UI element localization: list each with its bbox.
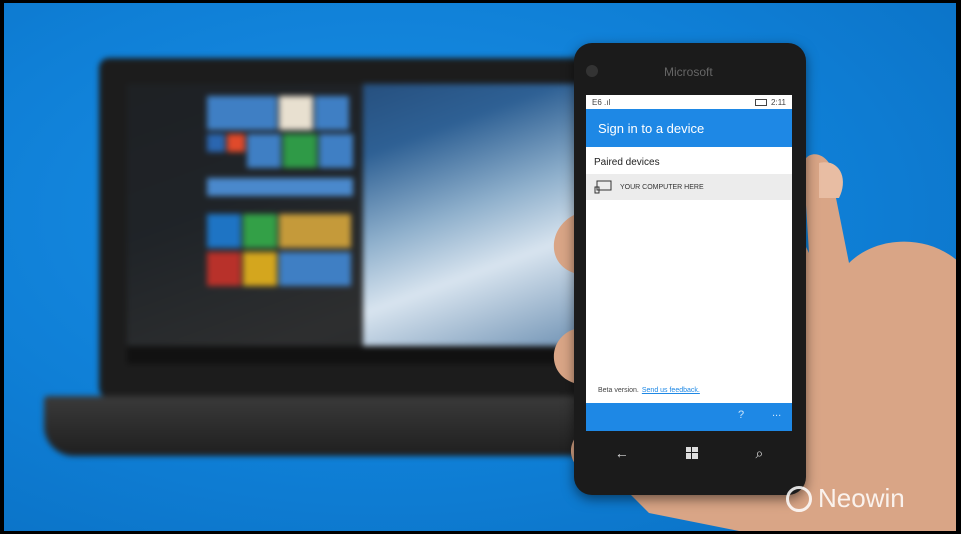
start-menu [127, 84, 363, 346]
computer-cast-icon [594, 180, 612, 194]
feedback-link[interactable]: Send us feedback. [642, 387, 700, 394]
battery-icon [755, 98, 768, 106]
help-button[interactable]: ? [738, 409, 744, 421]
phone-nav-bar: ← ⌕ [586, 431, 792, 475]
neowin-watermark: Neowin [786, 483, 905, 514]
scene-background: Microsoft E6 .ıl 2:11 Sign in to a devic… [4, 3, 956, 531]
beta-text: Beta version. [598, 387, 639, 394]
page-title: Sign in to a device [598, 120, 705, 136]
list-item-device[interactable]: YOUR COMPUTER HERE [586, 174, 792, 200]
windows-start-icon[interactable] [686, 447, 699, 459]
search-button[interactable]: ⌕ [755, 445, 763, 462]
section-title: Paired devices [594, 157, 660, 168]
device-label: YOUR COMPUTER HERE [620, 183, 704, 191]
more-button[interactable]: ... [772, 407, 781, 419]
status-time: 2:11 [771, 97, 786, 107]
neowin-logo-icon [786, 485, 812, 512]
signal-indicator: E6 .ıl [592, 97, 611, 107]
phone-screen: E6 .ıl 2:11 Sign in to a device Paired d… [586, 95, 792, 431]
status-bar: E6 .ıl 2:11 [586, 95, 792, 109]
app-header: Sign in to a device [586, 109, 792, 147]
phone: Microsoft E6 .ıl 2:11 Sign in to a devic… [574, 43, 806, 495]
camera-icon [586, 65, 598, 77]
phone-brand: Microsoft [664, 65, 713, 79]
app-bar: ? ... [586, 403, 792, 431]
watermark-text: Neowin [818, 483, 905, 513]
back-button[interactable]: ← [615, 445, 629, 461]
beta-notice: Beta version. Send us feedback. [598, 387, 700, 394]
